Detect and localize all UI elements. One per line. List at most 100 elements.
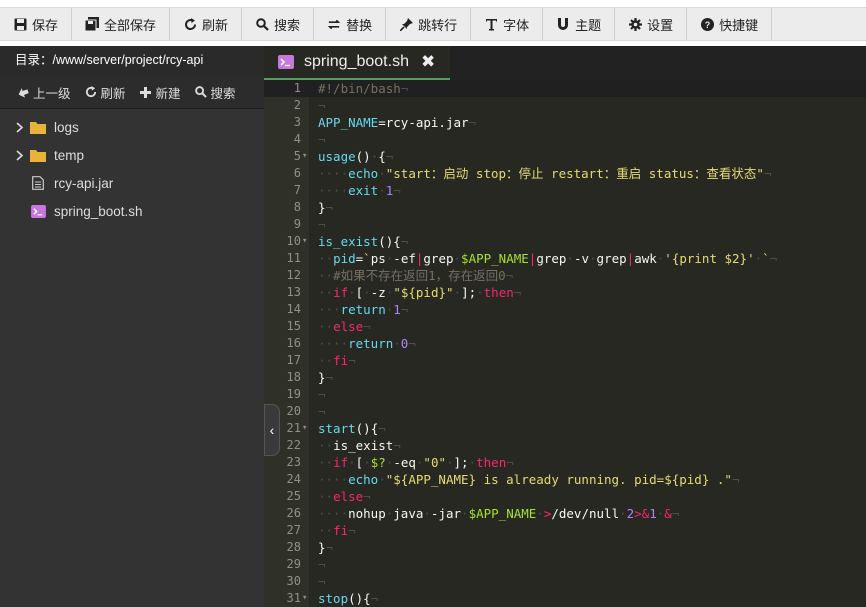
toolbar-button-5[interactable]: 跳转行 [386,8,472,40]
line-number: 14 [286,302,301,316]
file-tree-item-spring-boot-sh[interactable]: spring_boot.sh [0,197,264,225]
fold-caret-icon[interactable]: ▾ [302,233,307,250]
fold-caret-icon[interactable]: ▾ [302,590,307,607]
font-icon [484,17,498,31]
code-line: 1 #!/bin/bash¬ [264,80,866,97]
code-line: 6 ····echo·"start：启动 stop：停止 restart：重启 s… [264,165,866,182]
toolbar-button-label: 主题 [575,17,602,33]
line-number: 30 [286,574,301,588]
code-text: is_exist(){¬ [318,234,409,249]
plus-icon [140,86,152,98]
code-text: }¬ [318,540,334,555]
sidebar-tool-3[interactable]: 搜索 [194,83,236,102]
code-text: ··fi¬ [318,523,356,538]
toolbar-button-1[interactable]: 全部保存 [72,8,171,40]
toolbar-button-6[interactable]: 字体 [471,8,544,40]
code-line: 25 ··else¬ [264,488,866,505]
code-text: ··if·[·$?·-eq·"0"·];·then¬ [318,455,514,470]
code-text: ····echo·"start：启动 stop：停止 restart：重启 st… [318,166,772,181]
line-number: 27 [286,523,301,537]
terminal-icon [30,204,46,218]
fold-caret-icon[interactable]: ▾ [302,148,307,165]
search-icon [194,86,207,98]
gear-icon [628,17,642,31]
sidebar-tool-label: 新建 [155,86,181,101]
code-text: ¬ [318,132,326,147]
fold-caret-icon[interactable]: ▾ [302,420,307,437]
chevron-right-icon [10,149,30,161]
line-number: 2 [293,98,301,112]
line-number: 6 [293,166,301,180]
code-line: 10 ▾ is_exist(){¬ [264,233,866,250]
tab-spring-boot[interactable]: spring_boot.sh ✖ [264,46,450,80]
code-line: 3 APP_NAME=rcy-api.jar¬ [264,114,866,131]
directory-path: 目录：/www/server/project/rcy-api [0,46,264,76]
file-tree-item-rcy-api-jar[interactable]: rcy-api.jar [0,169,264,197]
file-tree-item-temp[interactable]: temp [0,141,264,169]
code-text: ····echo·"${APP_NAME} is already running… [318,472,740,487]
line-number: 13 [286,285,301,299]
code-line: 23 ··if·[·$?·-eq·"0"·];·then¬ [264,454,866,471]
line-number: 17 [286,353,301,367]
sidebar-tool-label: 搜索 [210,86,236,101]
code-line: 31 ▾ stop(){¬ [264,590,866,607]
file-name: spring_boot.sh [54,203,143,219]
folder-icon [30,148,46,162]
line-number: 8 [293,200,301,214]
code-line: 7 ····exit·1¬ [264,182,866,199]
code-line: 28}¬ [264,539,866,556]
toolbar-button-8[interactable]: 设置 [615,8,688,40]
code-line: 17 ··fi¬ [264,352,866,369]
line-number: 18 [286,370,301,384]
file-sidebar: 目录：/www/server/project/rcy-api 上一级 刷新 新建 搜索… [0,46,264,607]
line-number: 26 [286,506,301,520]
code-text: ··#如果不存在返回1，存在返回0¬ [318,268,514,283]
tab-label: spring_boot.sh [304,53,409,70]
toolbar-button-9[interactable]: ? 快捷键 [687,8,773,40]
toolbar-button-2[interactable]: 刷新 [170,8,243,40]
toolbar-button-3[interactable]: 搜索 [242,8,315,40]
toolbar-button-label: 搜索 [274,17,301,33]
code-editor[interactable]: 1 #!/bin/bash¬ 2 ¬ 3 APP_NAME=rcy-api.jar¬ 4 ¬ 5… [264,80,866,607]
code-text: usage()·{¬ [318,149,394,164]
code-text: ··pid=`ps·-ef|grep·$APP_NAME|grep·-v·gre… [318,251,778,266]
tab-bar: spring_boot.sh ✖ [264,46,866,80]
code-text: stop(){¬ [318,591,379,606]
code-line: 2 ¬ [264,97,866,114]
toolbar-button-4[interactable]: 替换 [314,8,387,40]
replace-icon [327,17,341,31]
code-line: 29 ¬ [264,556,866,573]
toolbar-button-label: 刷新 [202,17,229,33]
sidebar-tool-0[interactable]: 上一级 [17,83,71,102]
code-text: ¬ [318,387,326,402]
code-line: 12 ··#如果不存在返回1，存在返回0¬ [264,267,866,284]
close-tab-icon[interactable]: ✖ [421,52,435,72]
toolbar-button-0[interactable]: 保存 [0,8,73,40]
code-text: ····return·0¬ [318,336,416,351]
refresh-icon [183,17,197,31]
code-line: 20 ¬ [264,403,866,420]
save-icon [13,17,27,31]
search-icon [255,17,269,31]
code-line: 13 ··if·[·-z·"${pid}"·];·then¬ [264,284,866,301]
sidebar-tool-2[interactable]: 新建 [140,83,181,102]
file-name: logs [54,119,79,135]
file-tree-item-logs[interactable]: logs [0,113,264,141]
file-icon [30,176,46,190]
code-line: 14 ···return·1¬ [264,301,866,318]
toolbar-button-7[interactable]: 主题 [543,8,616,40]
code-line: 16 ····return·0¬ [264,335,866,352]
line-number: 7 [293,183,301,197]
line-number: 12 [286,268,301,282]
toolbar-button-label: 设置 [647,17,674,33]
sidebar-tool-1[interactable]: 刷新 [85,83,126,102]
toolbar-button-label: 字体 [503,17,530,33]
collapse-sidebar-button[interactable]: ‹ [264,404,280,456]
code-line: 9 ¬ [264,216,866,233]
code-text: ··else¬ [318,319,371,334]
code-text: ¬ [318,404,326,419]
code-text: ····nohup·java·-jar·$APP_NAME·>/dev/null… [318,506,680,521]
svg-text:?: ? [704,20,710,30]
sidebar-tool-label: 上一级 [33,86,71,101]
code-line: 27 ··fi¬ [264,522,866,539]
